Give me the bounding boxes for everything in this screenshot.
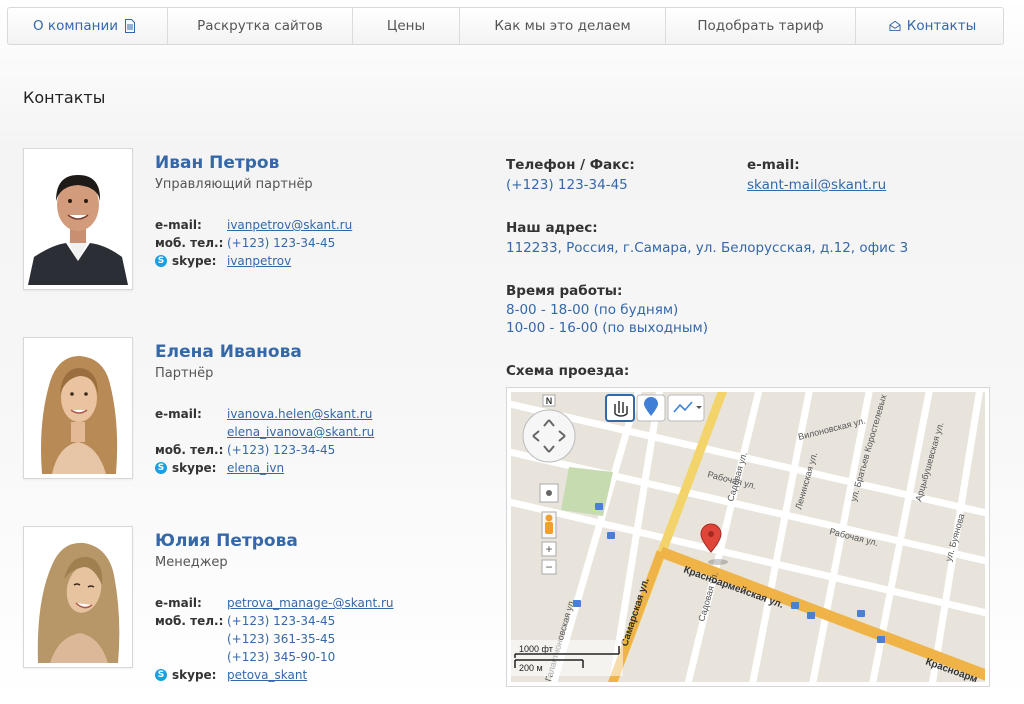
map-pan-control[interactable] [522, 409, 576, 463]
top-nav: О компании Раскрутка сайтов Цены Как мы … [7, 7, 1004, 45]
svg-text:1000 фт: 1000 фт [519, 644, 553, 654]
location-map[interactable]: Вилоновская ул. Рабочая ул. Садовая ул. … [506, 387, 990, 687]
avatar [23, 148, 133, 290]
nav-item-label: Как мы это делаем [494, 18, 631, 34]
skype-link[interactable]: petova_skant [227, 666, 307, 684]
line-tool-button[interactable] [667, 394, 705, 422]
document-icon [124, 19, 136, 33]
nav-item-label: Контакты [906, 18, 977, 34]
email-link[interactable]: ivanova.helen@skant.ru [227, 405, 372, 423]
email-label: e-mail: [155, 596, 202, 610]
person-card: Иван Петров Управляющий партнёр e-mail: i… [23, 148, 493, 298]
skype-label: skype: [172, 254, 217, 268]
phone-value: (+123) 123-34-45 [227, 614, 336, 628]
phone-block: Телефон / Факс: (+123) 123-34-45 [506, 157, 635, 194]
email-label: e-mail: [155, 218, 202, 232]
person-name: Иван Петров [155, 153, 280, 173]
company-phone: (+123) 123-34-45 [506, 177, 628, 193]
skype-label: skype: [172, 668, 217, 682]
address-heading: Наш адрес: [506, 220, 598, 236]
map-reset-button[interactable] [539, 483, 559, 503]
skype-label: skype: [172, 461, 217, 475]
phone-heading: Телефон / Факс: [506, 157, 635, 173]
person-contact-info: e-mail: ivanova.helen@skant.ru elena_ivan… [155, 405, 374, 477]
phone-value: (+123) 123-34-45 [227, 236, 336, 250]
email-label: e-mail: [155, 407, 202, 421]
nav-item-how-we-do[interactable]: Как мы это делаем [460, 8, 666, 44]
person-name: Елена Иванова [155, 342, 302, 362]
skype-icon: S [155, 669, 167, 681]
email-link[interactable]: ivanpetrov@skant.ru [227, 216, 352, 234]
nav-item-label: Раскрутка сайтов [197, 18, 323, 34]
map-heading: Схема проезда: [506, 363, 630, 379]
svg-text:−: − [545, 560, 552, 574]
email-block: e-mail: skant-mail@skant.ru [747, 157, 886, 194]
avatar [23, 526, 133, 668]
skype-link[interactable]: elena_ivn [227, 459, 284, 477]
svg-text:N: N [546, 396, 553, 406]
phone-value: (+123) 361-35-45 [227, 632, 336, 646]
person-card: Юлия Петрова Менеджер e-mail: petrova_man… [23, 526, 493, 696]
person-name: Юлия Петрова [155, 531, 298, 551]
hours-weekdays: 8-00 - 18-00 (по будням) [506, 302, 679, 318]
company-address: 112233, Россия, г.Самара, ул. Белорусска… [506, 240, 909, 256]
person-role: Управляющий партнёр [155, 177, 313, 192]
nav-item-label: Цены [386, 18, 426, 34]
pegman-icon[interactable] [541, 511, 557, 539]
phone-label: моб. тел.: [155, 443, 224, 457]
skype-icon: S [155, 462, 167, 474]
person-card: Елена Иванова Партнёр e-mail: ivanova.hel… [23, 337, 493, 487]
svg-text:200 м: 200 м [519, 663, 543, 673]
nav-item-label: Подобрать тариф [697, 18, 824, 34]
nav-item-choose-tariff[interactable]: Подобрать тариф [666, 8, 856, 44]
svg-text:+: + [545, 542, 552, 556]
address-block: Наш адрес: 112233, Россия, г.Самара, ул.… [506, 220, 908, 257]
nav-item-label: О компании [33, 18, 118, 34]
phone-label: моб. тел.: [155, 236, 224, 250]
zoom-out-button[interactable]: − [541, 559, 557, 575]
nav-item-promotion[interactable]: Раскрутка сайтов [168, 8, 353, 44]
nav-item-about[interactable]: О компании [8, 8, 168, 44]
hours-weekend: 10-00 - 16-00 (по выходным) [506, 320, 708, 336]
person-role: Партнёр [155, 366, 214, 381]
avatar [23, 337, 133, 479]
skype-link[interactable]: ivanpetrov [227, 252, 291, 270]
map-heading-block: Схема проезда: [506, 363, 629, 379]
nav-item-prices[interactable]: Цены [353, 8, 460, 44]
hours-heading: Время работы: [506, 283, 623, 299]
email-link[interactable]: petrova_manage-@skant.ru [227, 594, 394, 612]
person-contact-info: e-mail: petrova_manage-@skant.ru моб. тел… [155, 594, 394, 684]
hand-tool-button[interactable] [605, 394, 635, 422]
phone-label: моб. тел.: [155, 614, 224, 628]
person-role: Менеджер [155, 555, 228, 570]
phone-value: (+123) 345-90-10 [227, 650, 336, 664]
email-link[interactable]: elena_ivanova@skant.ru [227, 423, 374, 441]
page-title: Контакты [23, 88, 106, 107]
compass-north: N [542, 394, 556, 407]
marker-tool-button[interactable] [636, 394, 666, 422]
map-scale: 1000 фт 200 м [511, 640, 623, 676]
hours-block: Время работы: 8-00 - 18-00 (по будням) 1… [506, 283, 708, 337]
person-contact-info: e-mail: ivanpetrov@skant.ru моб. тел.: (+1… [155, 216, 352, 270]
envelope-icon [889, 19, 901, 33]
zoom-in-button[interactable]: + [541, 541, 557, 557]
company-email-link[interactable]: skant-mail@skant.ru [747, 176, 886, 194]
email-heading: e-mail: [747, 157, 800, 173]
skype-icon: S [155, 255, 167, 267]
phone-value: (+123) 123-34-45 [227, 443, 336, 457]
nav-item-contacts[interactable]: Контакты [856, 8, 1003, 44]
